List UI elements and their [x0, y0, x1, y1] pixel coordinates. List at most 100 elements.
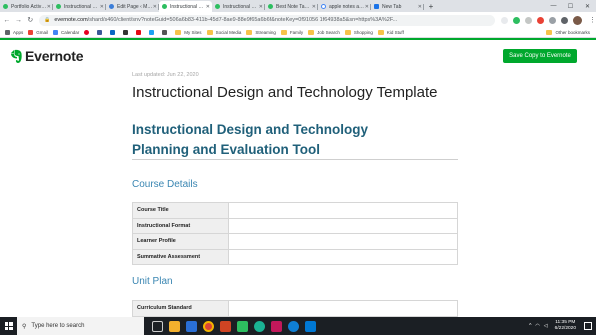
- table-value-cell: [228, 300, 458, 317]
- browser-tab[interactable]: Best Note Taking A ✕: [265, 1, 318, 12]
- save-copy-button[interactable]: Save Copy to Evernote: [503, 49, 577, 63]
- back-arrow-icon[interactable]: ←: [2, 17, 12, 24]
- store-icon[interactable]: [186, 320, 197, 332]
- bookmark-folder[interactable]: My Sites: [175, 30, 202, 35]
- bookmark-icon-only[interactable]: [136, 30, 144, 35]
- clock-date: 6/22/2020: [554, 326, 576, 331]
- bookmark-folder[interactable]: Kid Stuff: [377, 30, 404, 35]
- facebook-icon: [97, 30, 103, 35]
- close-tab-icon[interactable]: ✕: [418, 4, 422, 10]
- close-tab-icon[interactable]: ✕: [365, 4, 369, 10]
- search-icon: ⚲: [22, 323, 27, 330]
- close-tab-icon[interactable]: ✕: [100, 4, 104, 10]
- bookmark-label: Other bookmarks: [555, 30, 590, 35]
- wordpress-icon: [109, 4, 114, 9]
- other-bookmarks[interactable]: Other bookmarks: [546, 30, 590, 35]
- powerpoint-icon[interactable]: [220, 320, 231, 332]
- browser-tab[interactable]: Edit Page ‹ Moder ✕: [106, 1, 159, 12]
- bookmark-folder[interactable]: Family: [280, 30, 303, 35]
- taskbar-clock[interactable]: 11:35 PM 6/22/2020: [555, 320, 576, 332]
- browser-toolbar: ← → ↻ 🔒 evernote.com /shard/s460/client/…: [0, 12, 596, 28]
- close-tab-icon[interactable]: ✕: [259, 4, 263, 10]
- browser-tab-active[interactable]: Instructional Desig ✕: [159, 1, 212, 12]
- bookmark-label: Calendar: [61, 30, 80, 35]
- document-heading: Instructional Design and Technology Plan…: [132, 120, 368, 160]
- reload-icon[interactable]: ↻: [25, 16, 35, 24]
- taskbar-apps: [152, 320, 316, 332]
- file-explorer-icon[interactable]: [169, 320, 180, 332]
- chrome-icon[interactable]: [203, 320, 214, 332]
- sync-app-icon[interactable]: [254, 320, 265, 332]
- table-label-cell: Course Title: [132, 202, 229, 219]
- folder-icon: [175, 30, 182, 35]
- bookmark-icon-only[interactable]: [84, 30, 92, 35]
- mail-icon[interactable]: [305, 320, 316, 332]
- bookmark-icon-only[interactable]: [97, 30, 105, 35]
- folder-icon: [377, 30, 384, 35]
- menu-kebab-icon[interactable]: ⋮: [589, 16, 596, 24]
- bookmark-icon-only[interactable]: [162, 30, 170, 35]
- maximize-icon[interactable]: ☐: [562, 0, 579, 12]
- close-window-icon[interactable]: ✕: [579, 0, 596, 12]
- network-icon[interactable]: ◠: [535, 323, 539, 329]
- tab-title: New Tab: [382, 3, 402, 10]
- bookmark-folder[interactable]: Shopping: [344, 30, 373, 35]
- start-button[interactable]: [0, 317, 17, 335]
- table-label-cell: Learner Profile: [132, 233, 229, 250]
- tab-title: Instructional Desig: [223, 3, 259, 10]
- document-heading-line: Instructional Design and Technology: [132, 122, 369, 137]
- close-tab-icon[interactable]: ✕: [206, 4, 210, 10]
- media-app-icon[interactable]: [271, 320, 282, 332]
- new-tab-button[interactable]: +: [426, 1, 436, 12]
- address-bar[interactable]: 🔒 evernote.com /shard/s460/client/snv?no…: [39, 14, 496, 26]
- evernote-icon: [268, 4, 273, 9]
- pinterest-icon: [84, 30, 90, 35]
- close-tab-icon[interactable]: ✕: [153, 4, 157, 10]
- bookmark-icon-only[interactable]: [110, 30, 118, 35]
- extension-icon[interactable]: [549, 16, 557, 24]
- browser-tab-strip: Portfolio Activity Tr ✕ Instructional De…: [0, 0, 596, 12]
- close-tab-icon[interactable]: ✕: [312, 4, 316, 10]
- avatar[interactable]: [573, 15, 583, 25]
- browser-tab[interactable]: Instructional Desig ✕: [212, 1, 265, 12]
- close-tab-icon[interactable]: ✕: [47, 4, 51, 10]
- bookmark-folder[interactable]: Streaming: [246, 30, 276, 35]
- bookmark-calendar[interactable]: Calendar: [53, 30, 79, 35]
- extension-icon[interactable]: [525, 16, 533, 24]
- taskbar-search-box[interactable]: ⚲ Type here to search: [17, 317, 144, 335]
- extension-icon[interactable]: [561, 16, 569, 24]
- extension-icon[interactable]: [537, 16, 545, 24]
- last-updated-text: Last updated: Jun 22, 2020: [132, 72, 199, 78]
- evernote-logo[interactable]: Evernote: [9, 48, 84, 64]
- url-domain: evernote.com: [54, 17, 88, 23]
- url-path: /shard/s460/client/snv?noteGuid=506a6b83…: [87, 17, 398, 23]
- folder-icon: [280, 30, 287, 35]
- star-icon[interactable]: [501, 16, 509, 24]
- amazon-icon: [123, 30, 129, 35]
- notifications-icon[interactable]: [584, 322, 592, 330]
- bookmark-apps[interactable]: Apps: [5, 30, 23, 35]
- bookmark-folder[interactable]: Job Search: [308, 30, 340, 35]
- course-details-table: Course Title Instructional Format Learne…: [132, 202, 458, 265]
- edge-icon[interactable]: [288, 320, 299, 332]
- youtube-icon: [136, 30, 142, 35]
- browser-tab[interactable]: Portfolio Activity Tr ✕: [0, 1, 53, 12]
- bookmark-folder[interactable]: Social Media: [206, 30, 241, 35]
- bookmark-gmail[interactable]: Gmail: [28, 30, 48, 35]
- evernote-extension-icon[interactable]: [513, 16, 521, 24]
- tab-title: Instructional Desig: [64, 3, 100, 10]
- task-view-icon[interactable]: [152, 320, 163, 332]
- browser-tab[interactable]: apple notes app in ✕: [318, 1, 371, 12]
- window-controls: — ☐ ✕: [545, 0, 596, 12]
- volume-icon[interactable]: ◁: [544, 323, 548, 329]
- folder-icon: [206, 30, 213, 35]
- browser-tab[interactable]: New Tab ✕: [371, 1, 424, 12]
- browser-tab[interactable]: Instructional Desig ✕: [53, 1, 106, 12]
- minimize-icon[interactable]: —: [545, 0, 562, 12]
- bookmark-icon-only[interactable]: [123, 30, 131, 35]
- show-hidden-icons-icon[interactable]: ^: [529, 323, 531, 329]
- bookmark-icon-only[interactable]: [149, 30, 157, 35]
- bookmark-label: Streaming: [255, 30, 276, 35]
- forward-arrow-icon[interactable]: →: [14, 17, 24, 24]
- evernote-app-icon[interactable]: [237, 320, 248, 332]
